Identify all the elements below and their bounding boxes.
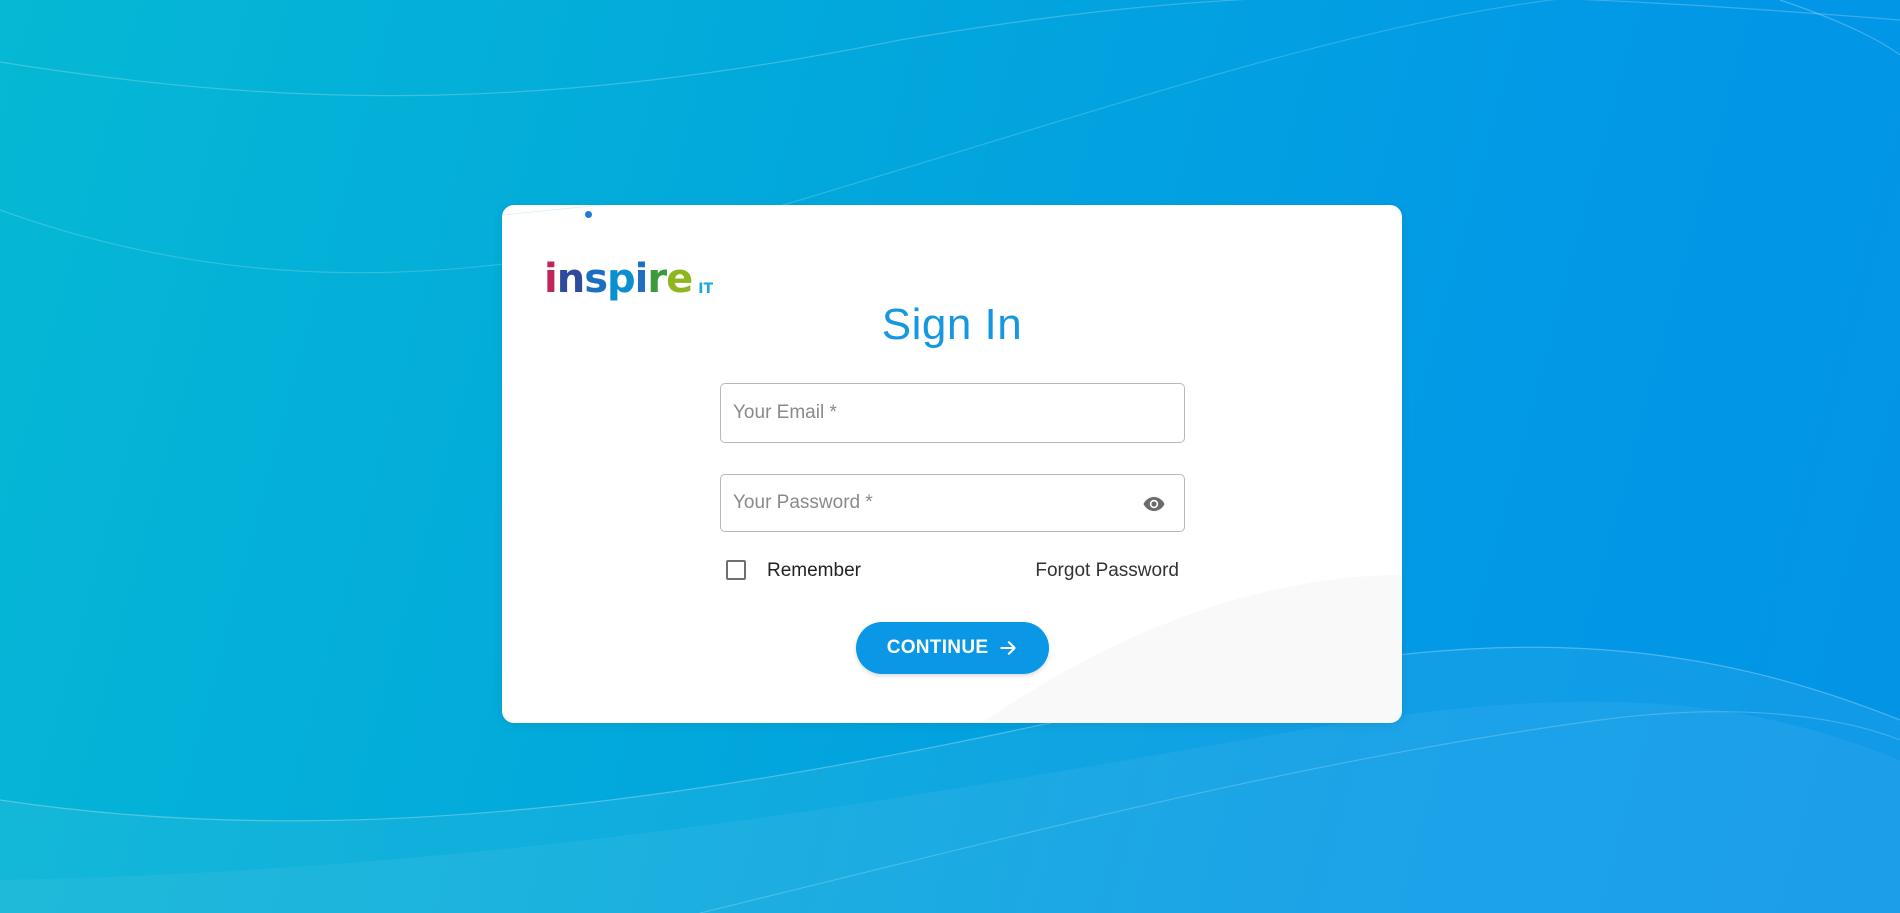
continue-button[interactable]: CONTINUE bbox=[856, 622, 1049, 674]
options-row: Remember Forgot Password bbox=[720, 555, 1185, 587]
signin-card: inspire IT Sign In Remember Forgot Passw… bbox=[502, 205, 1402, 723]
continue-label: CONTINUE bbox=[886, 637, 989, 658]
logo-word: inspire bbox=[544, 256, 693, 302]
email-input[interactable] bbox=[721, 384, 1184, 442]
eye-icon[interactable] bbox=[1142, 492, 1166, 516]
brand-logo: inspire IT bbox=[544, 239, 713, 299]
page-title: Sign In bbox=[881, 300, 1023, 349]
logo-dot bbox=[585, 211, 592, 218]
logo-suffix: IT bbox=[698, 281, 714, 297]
password-field[interactable] bbox=[720, 474, 1185, 532]
arrow-right-icon bbox=[1000, 641, 1016, 655]
login-page: inspire IT Sign In Remember Forgot Passw… bbox=[0, 0, 1900, 913]
forgot-password-link[interactable]: Forgot Password bbox=[1035, 560, 1179, 582]
password-input[interactable] bbox=[721, 475, 1184, 531]
remember-label: Remember bbox=[767, 560, 861, 581]
remember-checkbox[interactable] bbox=[726, 560, 746, 580]
email-field[interactable] bbox=[720, 383, 1185, 443]
